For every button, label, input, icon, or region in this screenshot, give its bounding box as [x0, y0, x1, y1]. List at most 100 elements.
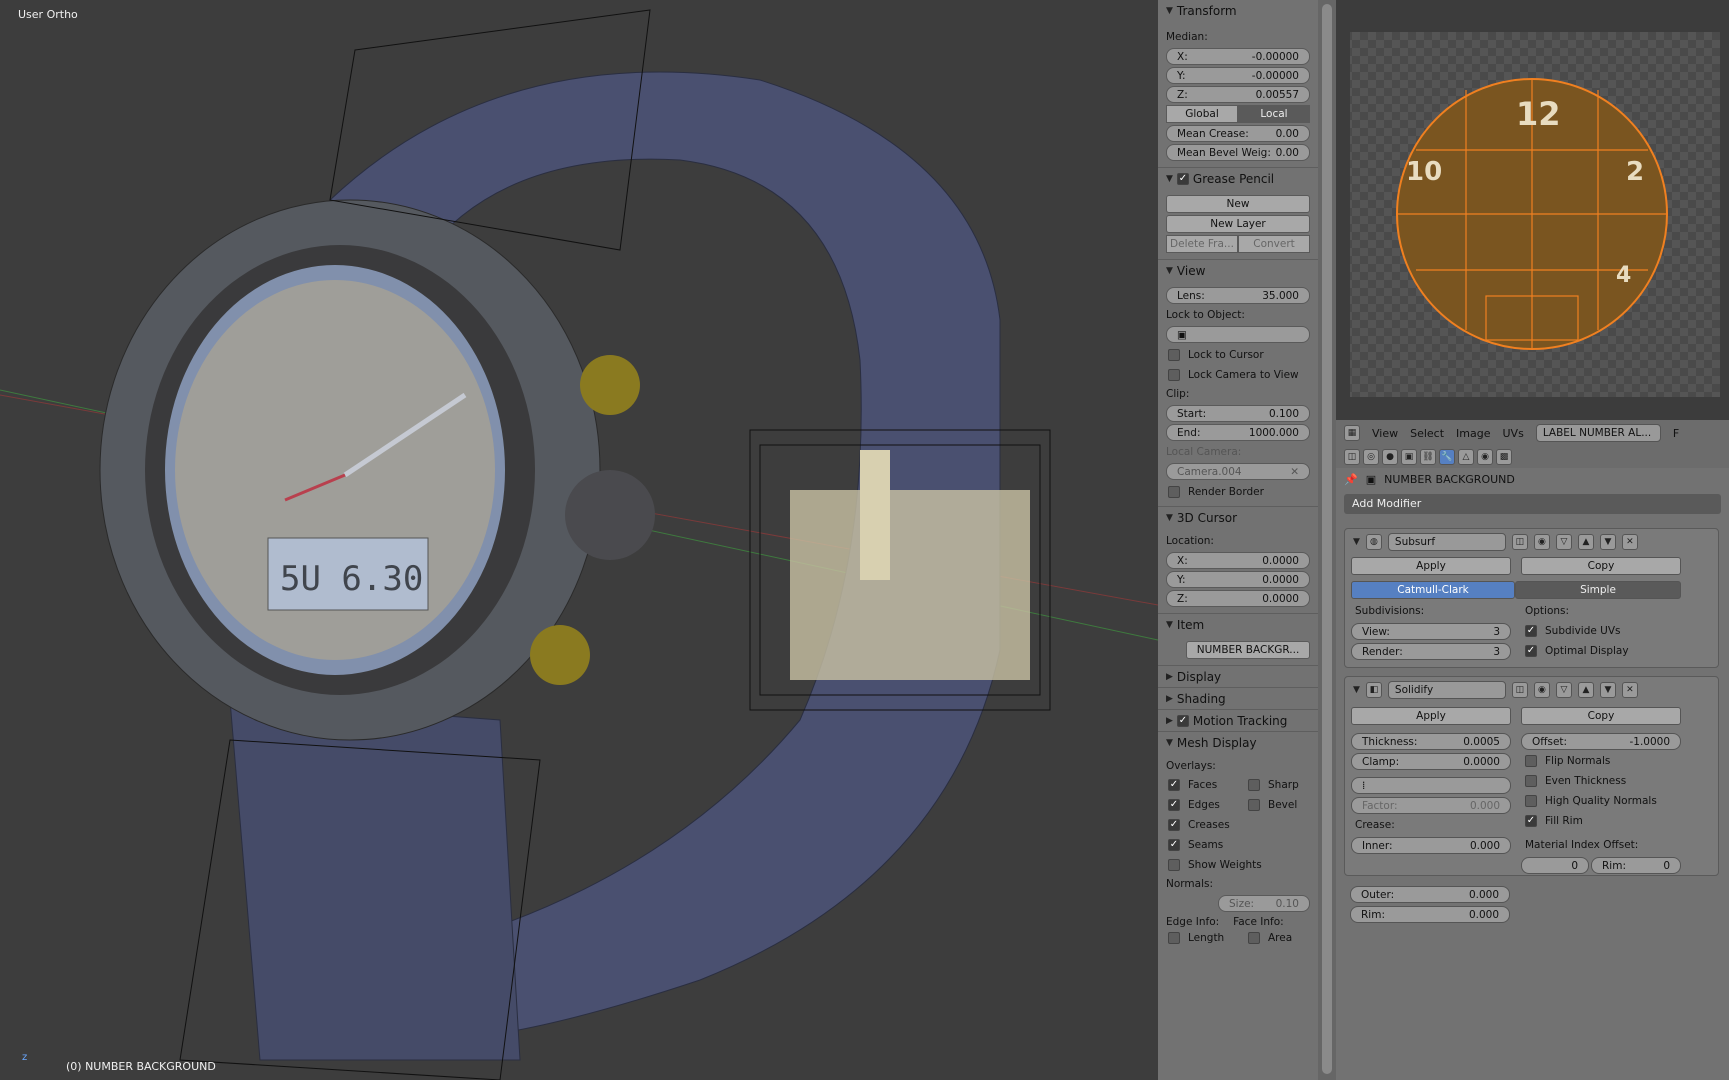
- eye-icon[interactable]: ◉: [1533, 682, 1550, 698]
- cursor-y-field[interactable]: Y: 0.0000: [1166, 571, 1310, 588]
- display-header[interactable]: ▶ Display: [1158, 665, 1318, 687]
- length-checkbox[interactable]: Length: [1158, 928, 1238, 948]
- flip-normals-checkbox[interactable]: Flip Normals: [1525, 755, 1610, 767]
- clip-start-field[interactable]: Start: 0.100: [1166, 405, 1310, 422]
- remove-modifier-icon[interactable]: ✕: [1621, 682, 1638, 698]
- mean-crease-field[interactable]: Mean Crease: 0.00: [1166, 125, 1310, 142]
- subsurf-render-field[interactable]: Render: 3: [1351, 643, 1511, 660]
- even-thickness-checkbox[interactable]: Even Thickness: [1525, 775, 1626, 787]
- sharp-checkbox[interactable]: Sharp: [1238, 775, 1299, 795]
- render-toggle-icon[interactable]: ◫: [1511, 534, 1528, 550]
- local-button[interactable]: Local: [1238, 105, 1310, 123]
- subsurf-copy-button[interactable]: Copy: [1521, 557, 1681, 575]
- mat-index-rim-field[interactable]: Rim: 0: [1591, 857, 1681, 874]
- optimal-display-checkbox[interactable]: ✓ Optimal Display: [1525, 645, 1629, 657]
- 3d-cursor-header[interactable]: ▼ 3D Cursor: [1158, 506, 1318, 528]
- new-layer-button[interactable]: New Layer: [1166, 215, 1310, 233]
- simple-button[interactable]: Simple: [1515, 581, 1681, 599]
- panel-scrollbar[interactable]: [1318, 0, 1336, 1080]
- edges-checkbox[interactable]: ✓ Edges: [1158, 795, 1238, 815]
- fake-user-button[interactable]: F: [1673, 427, 1679, 440]
- uvs-menu[interactable]: UVs: [1503, 427, 1524, 440]
- data-tab-icon[interactable]: △: [1458, 449, 1474, 465]
- select-menu[interactable]: Select: [1410, 427, 1444, 440]
- motion-tracking-header[interactable]: ▶ ✓ Motion Tracking: [1158, 709, 1318, 731]
- move-down-icon[interactable]: ▼: [1599, 682, 1616, 698]
- add-modifier-dropdown[interactable]: Add Modifier: [1344, 494, 1721, 514]
- subsurf-name-field[interactable]: Subsurf: [1387, 533, 1506, 551]
- convert-button[interactable]: Convert: [1238, 235, 1310, 253]
- cursor-x-field[interactable]: X: 0.0000: [1166, 552, 1310, 569]
- grease-new-button[interactable]: New: [1166, 195, 1310, 213]
- transform-header[interactable]: ▼ Transform: [1158, 0, 1318, 22]
- render-toggle-icon[interactable]: ◫: [1511, 682, 1528, 698]
- cage-icon[interactable]: ▽: [1555, 682, 1572, 698]
- cursor-z-field[interactable]: Z: 0.0000: [1166, 590, 1310, 607]
- uv-image-editor[interactable]: 12 2 10 4: [1336, 0, 1729, 420]
- thickness-field[interactable]: Thickness: 0.0005: [1351, 733, 1511, 750]
- offset-field[interactable]: Offset: -1.0000: [1521, 733, 1681, 750]
- texture-tab-icon[interactable]: ▩: [1496, 449, 1512, 465]
- scene-tab-icon[interactable]: ◎: [1363, 449, 1379, 465]
- clamp-field[interactable]: Clamp: 0.0000: [1351, 753, 1511, 770]
- object-tab-icon[interactable]: ▣: [1401, 449, 1417, 465]
- mean-bevel-field[interactable]: Mean Bevel Weig: 0.00: [1166, 144, 1310, 161]
- delete-frame-button[interactable]: Delete Fra...: [1166, 235, 1238, 253]
- seams-checkbox[interactable]: ✓ Seams: [1158, 835, 1318, 855]
- solidify-apply-button[interactable]: Apply: [1351, 707, 1511, 725]
- subsurf-view-field[interactable]: View: 3: [1351, 623, 1511, 640]
- show-weights-checkbox[interactable]: Show Weights: [1158, 855, 1318, 875]
- lens-field[interactable]: Lens: 35.000: [1166, 287, 1310, 304]
- area-checkbox[interactable]: Area: [1238, 928, 1292, 948]
- creases-checkbox[interactable]: ✓ Creases: [1158, 815, 1318, 835]
- crease-inner-field[interactable]: Inner: 0.000: [1351, 837, 1511, 854]
- move-up-icon[interactable]: ▲: [1577, 534, 1594, 550]
- eye-icon[interactable]: ◉: [1533, 534, 1550, 550]
- shading-header[interactable]: ▶ Shading: [1158, 687, 1318, 709]
- factor-field[interactable]: Factor: 0.000: [1351, 797, 1511, 814]
- 3d-viewport[interactable]: 5U 6.30 z User Ortho (0) NUMBER BACKGROU…: [0, 0, 1158, 1080]
- render-border-checkbox[interactable]: Render Border: [1158, 482, 1318, 502]
- grease-pencil-header[interactable]: ▼ ✓ Grease Pencil: [1158, 167, 1318, 189]
- subdivide-uvs-checkbox[interactable]: ✓ Subdivide UVs: [1525, 625, 1621, 637]
- mat-index-offset-field[interactable]: 0: [1521, 857, 1589, 874]
- image-menu[interactable]: Image: [1456, 427, 1490, 440]
- normals-size-field[interactable]: Size: 0.10: [1218, 895, 1310, 912]
- global-button[interactable]: Global: [1166, 105, 1238, 123]
- modifiers-tab-icon[interactable]: 🔧: [1439, 449, 1455, 465]
- local-camera-field[interactable]: Camera.004 ✕: [1166, 463, 1310, 480]
- view-menu[interactable]: View: [1372, 427, 1398, 440]
- uv-editor-header: ▦ View Select Image UVs LABEL NUMBER AL.…: [1336, 420, 1729, 446]
- crease-outer-field[interactable]: Outer: 0.000: [1350, 886, 1510, 903]
- world-tab-icon[interactable]: ●: [1382, 449, 1398, 465]
- solidify-copy-button[interactable]: Copy: [1521, 707, 1681, 725]
- cage-icon[interactable]: ▽: [1555, 534, 1572, 550]
- crease-rim-field[interactable]: Rim: 0.000: [1350, 906, 1510, 923]
- bevel-checkbox[interactable]: Bevel: [1238, 795, 1297, 815]
- lock-object-field[interactable]: ▣: [1166, 326, 1310, 343]
- faces-checkbox[interactable]: ✓ Faces: [1158, 775, 1238, 795]
- median-y-field[interactable]: Y: -0.00000: [1166, 67, 1310, 84]
- remove-modifier-icon[interactable]: ✕: [1621, 534, 1638, 550]
- render-tab-icon[interactable]: ◫: [1344, 449, 1360, 465]
- move-down-icon[interactable]: ▼: [1599, 534, 1616, 550]
- median-x-field[interactable]: X: -0.00000: [1166, 48, 1310, 65]
- mesh-display-header[interactable]: ▼ Mesh Display: [1158, 731, 1318, 753]
- median-z-field[interactable]: Z: 0.00557: [1166, 86, 1310, 103]
- hq-normals-checkbox[interactable]: High Quality Normals: [1525, 795, 1657, 807]
- solidify-name-field[interactable]: Solidify: [1387, 681, 1506, 699]
- subsurf-apply-button[interactable]: Apply: [1351, 557, 1511, 575]
- clip-end-field[interactable]: End: 1000.000: [1166, 424, 1310, 441]
- image-selector[interactable]: LABEL NUMBER AL...: [1535, 424, 1661, 442]
- item-name-field[interactable]: NUMBER BACKGR...: [1186, 641, 1310, 659]
- item-header[interactable]: ▼ Item: [1158, 613, 1318, 635]
- fill-rim-checkbox[interactable]: ✓ Fill Rim: [1525, 815, 1583, 827]
- catmull-clark-button[interactable]: Catmull-Clark: [1351, 581, 1515, 599]
- move-up-icon[interactable]: ▲: [1577, 682, 1594, 698]
- constraints-tab-icon[interactable]: ⛓: [1420, 449, 1436, 465]
- lock-cursor-checkbox[interactable]: Lock to Cursor: [1158, 345, 1318, 365]
- view-header[interactable]: ▼ View: [1158, 259, 1318, 281]
- vertex-group-field[interactable]: ⁞: [1351, 777, 1511, 794]
- material-tab-icon[interactable]: ◉: [1477, 449, 1493, 465]
- lock-camera-checkbox[interactable]: Lock Camera to View: [1158, 365, 1318, 385]
